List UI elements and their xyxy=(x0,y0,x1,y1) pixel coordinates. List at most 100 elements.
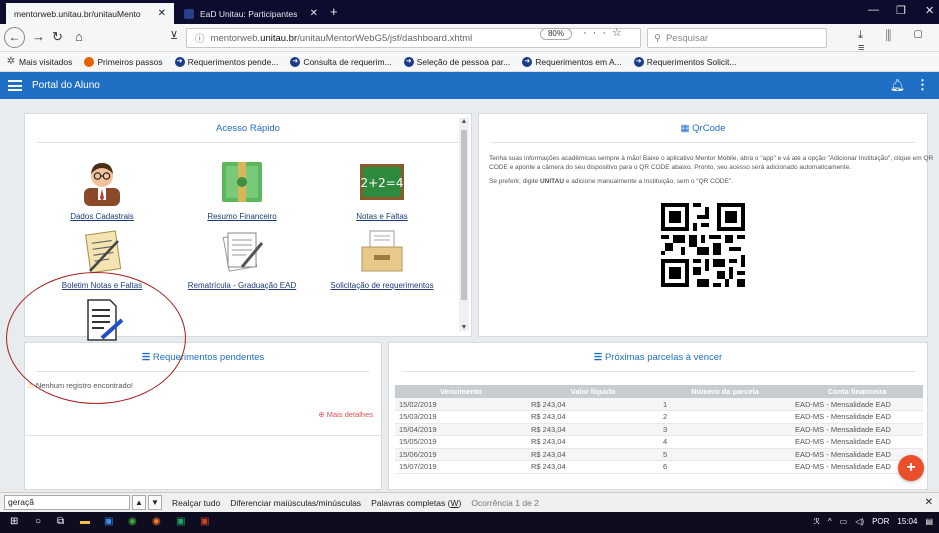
svg-text:2+2=4: 2+2=4 xyxy=(360,176,403,190)
minimize-icon[interactable]: — xyxy=(868,4,879,16)
tile-resumo-financeiro[interactable]: Resumo Financeiro xyxy=(177,158,307,221)
report-card-icon xyxy=(85,230,122,274)
home-icon[interactable]: ⌂ xyxy=(75,29,83,44)
url-bar[interactable]: ⓘ mentorweb. unitau.br/unitauMentorWebG5/… xyxy=(186,28,641,48)
tile-solicitacao[interactable]: Solicitação de requerimentos xyxy=(317,227,447,290)
scroll-down-icon[interactable]: ▼ xyxy=(459,324,469,331)
qrcode-title: ▦ QrCode xyxy=(680,123,726,134)
restore-icon[interactable]: ❐ xyxy=(896,4,906,17)
clock[interactable]: 15:04 xyxy=(897,517,917,526)
search-icon[interactable]: ○ xyxy=(35,516,41,527)
task-view-icon[interactable]: ⧉ xyxy=(57,516,64,527)
url-domain: unitau.br xyxy=(260,32,298,44)
tile-dados-cadastrais[interactable]: Dados Cadastrais xyxy=(37,158,167,221)
bell-icon[interactable]: 🔔︎ xyxy=(890,78,905,92)
scrollbar-thumb[interactable] xyxy=(461,130,467,300)
url-path: /unitauMentorWebG5/jsf/dashboard.xhtml xyxy=(297,32,473,44)
file-explorer-icon[interactable]: ▬ xyxy=(80,516,90,527)
bookmark-item[interactable]: ➜ Requerimentos pende... xyxy=(174,56,278,67)
tab-favicon-icon xyxy=(184,8,194,19)
browser-tab-participantes[interactable]: EaD Unitau: Participantes ✕ xyxy=(176,3,326,24)
windows-taskbar: ⊞ ○ ⧉ ▬ ▣ ◉ ◉ ▣ ▣ ℛ ^ ▭ ◁) POR 15:04 ▤ xyxy=(0,512,939,533)
bookmark-item[interactable]: ➜ Requerimentos Solicit... xyxy=(633,56,736,67)
column-header[interactable]: Valor líquido xyxy=(527,385,659,398)
bookmark-item[interactable]: Primeiros passos xyxy=(84,56,163,67)
column-header[interactable]: Vencimento xyxy=(395,385,527,398)
volume-icon[interactable]: ◁) xyxy=(855,517,864,526)
windows-start-icon[interactable]: ⊞ xyxy=(10,516,18,527)
column-header[interactable]: Número da parcela xyxy=(659,385,791,398)
back-icon[interactable]: ← xyxy=(4,27,25,48)
tile-label[interactable]: Rematrícula - Graduação EAD xyxy=(177,281,307,290)
menu-icon[interactable] xyxy=(8,78,22,94)
close-tab-icon[interactable]: ✕ xyxy=(310,8,318,19)
find-bar: geraçã ▲ ▼ Realçar tudo Diferenciar maiú… xyxy=(0,492,939,512)
scroll-up-icon[interactable]: ▲ xyxy=(459,118,469,125)
tile-requerimento-edit[interactable] xyxy=(37,296,167,346)
more-vert-icon[interactable]: ⋮ xyxy=(916,77,929,93)
bookmark-item[interactable]: ✲ Mais visitados xyxy=(6,56,73,67)
column-header[interactable]: Conta financeira xyxy=(791,385,923,398)
tab-title: mentorweb.unitau.br/unitauMento xyxy=(14,8,141,19)
bookmark-item[interactable]: ➜ Consulta de requerim... xyxy=(290,56,392,67)
find-next-icon[interactable]: ▼ xyxy=(148,495,162,510)
notifications-icon[interactable]: ▤ xyxy=(925,517,933,526)
app-title: Portal do Aluno xyxy=(32,80,100,91)
add-fab-button[interactable]: + xyxy=(898,455,924,481)
url-prefix: mentorweb. xyxy=(210,32,261,44)
page-actions-icon[interactable]: ···☆ xyxy=(583,26,628,39)
mais-detalhes-link[interactable]: ⊕ Mais detalhes xyxy=(318,410,373,419)
bookmark-item[interactable]: ➜ Seleção de pessoa par... xyxy=(403,56,510,67)
close-find-icon[interactable]: ✕ xyxy=(925,497,933,508)
library-icon[interactable]: ⤓ ⫼ ▢ ≡ xyxy=(858,29,939,54)
tile-label[interactable]: Boletim Notas e Faltas xyxy=(37,281,167,290)
store-icon[interactable]: ▣ xyxy=(104,516,113,527)
match-case-toggle[interactable]: Diferenciar maiúsculas/minúsculas xyxy=(230,498,361,508)
link-icon: ➜ xyxy=(290,56,301,67)
chrome-icon[interactable]: ◉ xyxy=(128,516,137,527)
tile-boletim[interactable]: Boletim Notas e Faltas xyxy=(37,227,167,290)
chevron-up-icon[interactable]: ^ xyxy=(828,517,832,526)
find-prev-icon[interactable]: ▲ xyxy=(132,495,146,510)
close-window-icon[interactable]: ✕ xyxy=(925,4,934,17)
chalkboard-icon: 2+2=4 xyxy=(360,164,404,200)
qrcode-instructions: Tenha suas informações acadêmicas sempre… xyxy=(489,154,934,186)
parcelas-table: Vencimento Valor líquido Número da parce… xyxy=(395,385,923,474)
reader-icon[interactable]: ⊻ xyxy=(170,29,178,42)
highlight-all-toggle[interactable]: Realçar tudo xyxy=(172,498,220,508)
qrcode-icon: ▦ xyxy=(680,123,690,134)
new-tab-icon[interactable]: + xyxy=(330,4,338,19)
whole-words-toggle[interactable]: Palavras completas (W) xyxy=(371,498,461,508)
forward-icon[interactable]: → xyxy=(32,29,45,44)
warning-icon: ⚠ xyxy=(27,381,34,390)
requerimentos-panel: ☰ Requerimentos pendentes ⚠ Nenhum regis… xyxy=(24,342,382,490)
tile-label[interactable]: Resumo Financeiro xyxy=(177,212,307,221)
acesso-rapido-title: Acesso Rápido xyxy=(216,123,280,134)
close-tab-icon[interactable]: ✕ xyxy=(158,8,166,19)
tile-label[interactable]: Notas e Faltas xyxy=(317,212,447,221)
list-icon: ☰ xyxy=(593,352,603,363)
tile-rematricula[interactable]: Rematrícula - Graduação EAD xyxy=(177,227,307,290)
network-icon[interactable]: ▭ xyxy=(840,517,848,526)
table-row: 15/05/2019 R$ 243,04 4 EAD-MS - Mensalidade… xyxy=(395,435,923,449)
language-indicator[interactable]: POR xyxy=(872,517,889,526)
excel-icon[interactable]: ▣ xyxy=(176,516,185,527)
tile-label[interactable]: Dados Cadastrais xyxy=(37,212,167,221)
scrollbar[interactable]: ▲ ▼ xyxy=(459,118,469,331)
empty-message: ⚠ Nenhum registro encontrado! xyxy=(27,381,133,390)
reload-icon[interactable]: ↻ xyxy=(52,29,63,45)
browser-tab-active[interactable]: mentorweb.unitau.br/unitauMento ✕ xyxy=(6,3,174,24)
table-row: 15/03/2019 R$ 243,04 2 EAD-MS - Mensalidade… xyxy=(395,410,923,424)
powerpoint-icon[interactable]: ▣ xyxy=(200,516,209,527)
tile-notas-faltas[interactable]: 2+2=4 Notas e Faltas xyxy=(317,158,447,221)
firefox-icon[interactable]: ◉ xyxy=(152,516,161,527)
people-icon[interactable]: ℛ xyxy=(814,517,820,526)
zoom-indicator[interactable]: 80% xyxy=(540,28,572,40)
search-input[interactable]: ⚲ Pesquisar xyxy=(647,28,827,48)
bookmark-item[interactable]: ➜ Requerimentos em A... xyxy=(522,56,622,67)
tile-label[interactable]: Solicitação de requerimentos xyxy=(317,281,447,290)
firefox-icon xyxy=(84,56,95,67)
plus-circle-icon: ⊕ xyxy=(318,410,325,419)
site-info-icon[interactable]: ⓘ xyxy=(195,31,205,45)
find-input[interactable]: geraçã xyxy=(4,495,130,510)
